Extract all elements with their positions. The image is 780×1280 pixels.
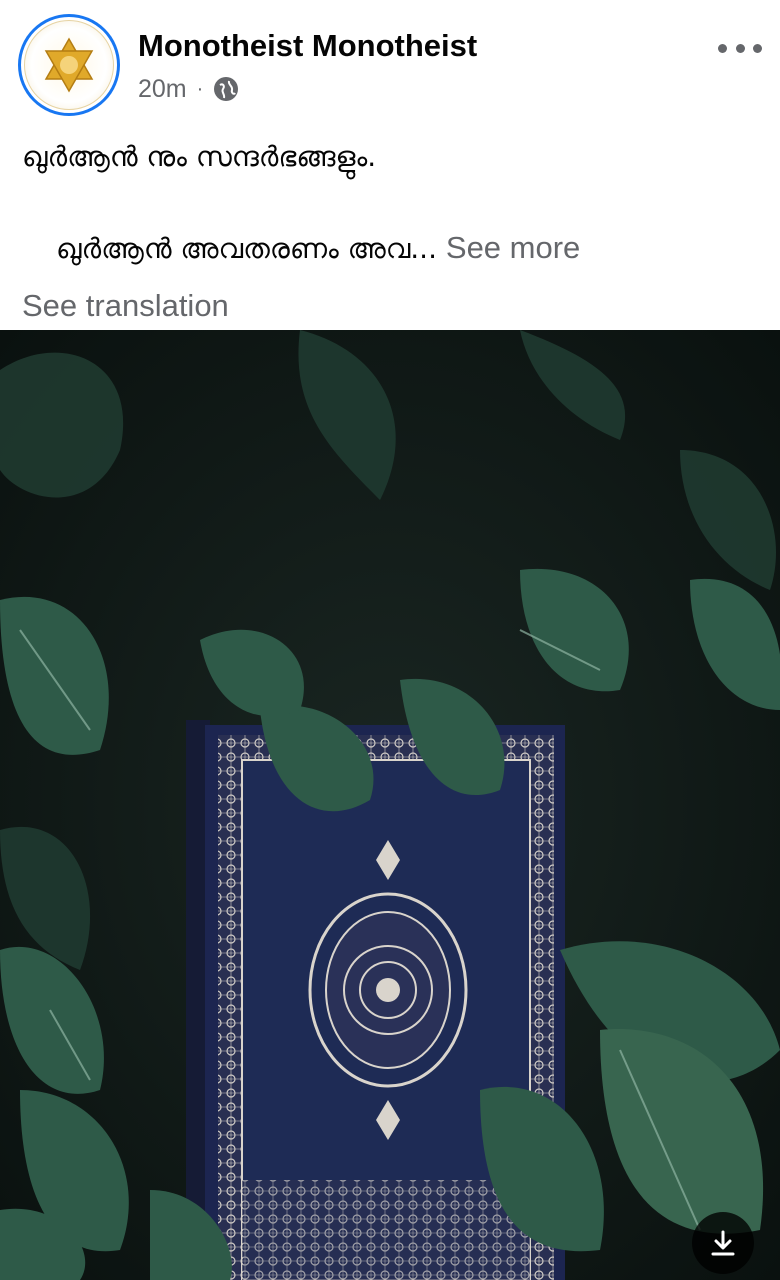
globe-icon [213, 76, 239, 102]
download-button[interactable] [692, 1212, 754, 1274]
more-options-icon [718, 43, 727, 53]
post-text-preview: ഖുർആൻ അവതരണം അവ... [56, 232, 437, 265]
download-icon [711, 1230, 735, 1256]
avatar-logo [24, 20, 114, 110]
more-options-icon [753, 43, 762, 53]
avatar[interactable] [18, 14, 120, 116]
more-options-button[interactable] [718, 34, 762, 62]
post-time[interactable]: 20m [138, 75, 187, 104]
meta-separator: · [196, 77, 204, 100]
quran-ivy-image [0, 330, 780, 1280]
see-more-link[interactable]: See more [446, 230, 580, 265]
post-header: Monotheist Monotheist 20m · [0, 0, 780, 120]
author-name[interactable]: Monotheist Monotheist [138, 28, 477, 64]
more-options-icon [735, 43, 745, 53]
post-meta: 20m · [138, 74, 239, 104]
see-translation-link[interactable]: See translation [22, 288, 229, 324]
post-photo[interactable] [0, 330, 780, 1280]
post-text-line1: ഖുർആൻ നും സന്ദർഭങ്ങളും. [22, 140, 377, 173]
star-of-david-logo [44, 37, 94, 93]
post-text-line2: ഖുർആൻ അവതരണം അവ... See more [56, 230, 580, 266]
post-text: ഖുർആൻ നും സന്ദർഭങ്ങളും. ഖുർആൻ അവതരണം അവ.… [22, 140, 760, 265]
